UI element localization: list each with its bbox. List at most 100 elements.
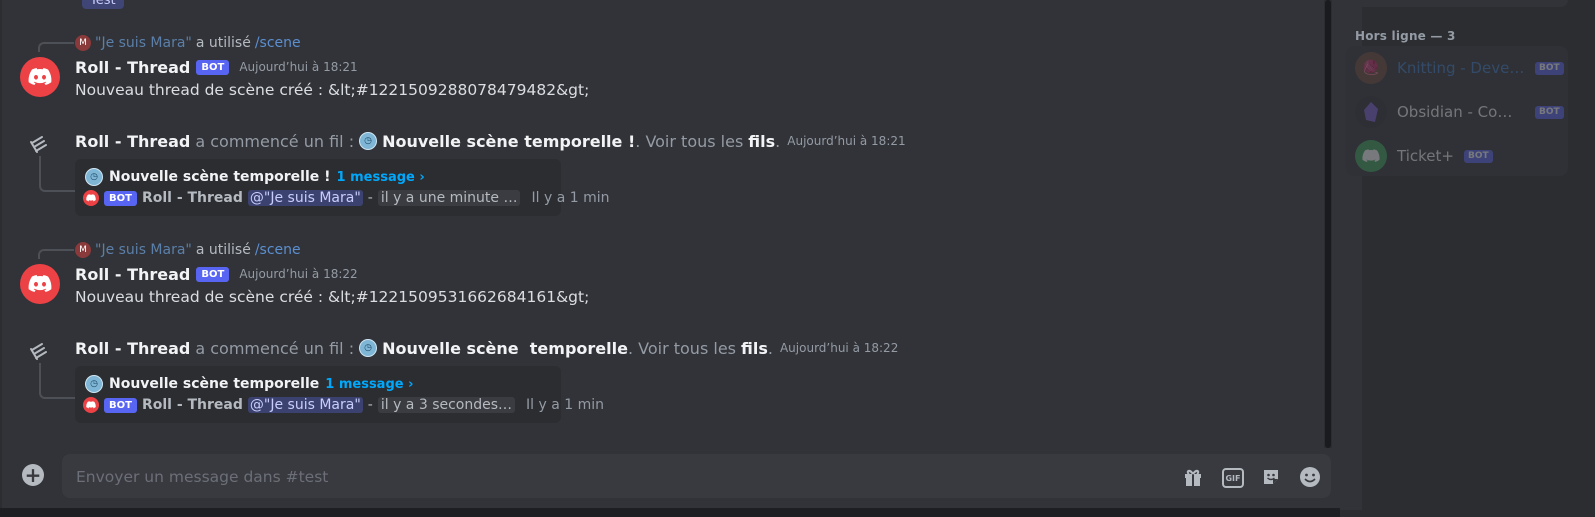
bot-badge: BOT: [104, 190, 137, 206]
bot-badge: BOT: [196, 59, 230, 75]
last-message-time: Il y a 1 min: [526, 397, 605, 413]
command-reply[interactable]: M "Je suis Mara" a utilisé /scene: [75, 34, 301, 52]
discord-logo-icon: [28, 68, 52, 85]
sticker-icon[interactable]: [1260, 466, 1282, 488]
bot-badge: BOT: [104, 397, 137, 413]
thread-starter-author[interactable]: Roll - Thread: [75, 132, 190, 151]
reply-command[interactable]: /scene: [255, 242, 301, 258]
member-group-card-partial: [1346, 0, 1568, 7]
member-name: Obsidian - Comm…: [1397, 103, 1525, 121]
last-message-time: Il y a 1 min: [531, 190, 610, 206]
message-input[interactable]: [74, 454, 1158, 500]
message-timestamp[interactable]: Aujourd’hui à 18:21: [239, 60, 357, 74]
message-content: Nouveau thread de scène créé : &lt;#1221…: [75, 288, 590, 306]
member-name: Ticket+: [1397, 147, 1454, 165]
thread-message-count-link[interactable]: 1 message ›: [325, 377, 413, 392]
message-timestamp[interactable]: Aujourd’hui à 18:22: [239, 267, 357, 281]
gif-icon[interactable]: GIF: [1222, 468, 1244, 488]
reply-verb: a utilisé: [195, 242, 251, 258]
thread-starter-author[interactable]: Roll - Thread: [75, 339, 190, 358]
last-message-preview: il y a une minute …: [377, 190, 521, 206]
message-header: Roll - Thread BOT Aujourd’hui à 18:22: [75, 263, 358, 285]
clock-icon: ◷: [85, 168, 103, 186]
window-bottom-edge: [0, 508, 1340, 517]
offline-members-list: 🧶 Knitting - Develo… BOT Obsidian - Comm…: [1346, 46, 1568, 176]
bot-avatar-small: [83, 190, 99, 206]
thread-card-title[interactable]: Nouvelle scène temporelle !: [109, 169, 331, 185]
user-avatar-small: M: [75, 35, 91, 51]
emoji-icon[interactable]: [1299, 466, 1321, 488]
user-mention: @"Je suis Mara": [247, 397, 363, 413]
separator-dash: -: [367, 190, 373, 206]
thread-timestamp[interactable]: Aujourd’hui à 18:21: [787, 134, 905, 148]
knitting-avatar: 🧶: [1355, 52, 1387, 84]
gift-icon[interactable]: [1182, 466, 1204, 488]
thread-icon: [30, 343, 47, 360]
last-message-author: Roll - Thread: [141, 397, 243, 413]
thread-started-notice: Roll - Thread a commencé un fil : ◷ Nouv…: [75, 337, 898, 359]
bot-avatar[interactable]: [20, 57, 60, 97]
reply-connector: [38, 249, 74, 259]
see-all-threads-link[interactable]: fils: [741, 339, 768, 358]
reply-connector: [38, 42, 74, 52]
reply-username[interactable]: "Je suis Mara": [95, 242, 192, 258]
command-reply[interactable]: M "Je suis Mara" a utilisé /scene: [75, 241, 301, 259]
thread-preview-card[interactable]: ◷ Nouvelle scène temporelle ! 1 message …: [75, 159, 609, 216]
thread-name-link[interactable]: Nouvelle scène temporelle: [382, 339, 628, 358]
bot-avatar-small: [83, 397, 99, 413]
member-name: Knitting - Develo…: [1397, 59, 1525, 77]
member-item[interactable]: Ticket+ BOT: [1355, 140, 1493, 172]
offline-section-title: Hors ligne — 3: [1355, 29, 1456, 43]
user-avatar-small: M: [75, 242, 91, 258]
reply-username[interactable]: "Je suis Mara": [95, 35, 192, 51]
bot-badge: BOT: [1535, 61, 1564, 75]
thread-preview-card[interactable]: ◷ Nouvelle scène temporelle 1 message › …: [75, 366, 604, 423]
last-message-preview: il y a 3 secondes…: [377, 397, 516, 413]
bot-avatar[interactable]: [20, 264, 60, 304]
discord-avatar: [1355, 140, 1387, 172]
user-mention: @"Je suis Mara": [247, 190, 363, 206]
reply-command[interactable]: /scene: [255, 35, 301, 51]
see-all-dot: .: [775, 131, 781, 151]
message-author[interactable]: Roll - Thread: [75, 265, 190, 284]
thread-timestamp[interactable]: Aujourd’hui à 18:22: [780, 341, 898, 355]
message-header: Roll - Thread BOT Aujourd’hui à 18:21: [75, 56, 358, 78]
clock-icon: ◷: [85, 375, 103, 393]
thread-connector: [39, 363, 75, 399]
member-list-scroll-edge: [1570, 0, 1595, 517]
message-composer: GIF: [62, 454, 1331, 500]
thread-started-text: a commencé un fil :: [195, 338, 355, 358]
see-all-text: . Voir tous les: [627, 338, 736, 358]
bot-badge: BOT: [196, 266, 230, 282]
member-item[interactable]: 🧶 Knitting - Develo… BOT: [1355, 52, 1564, 84]
thread-message-count-link[interactable]: 1 message ›: [337, 170, 425, 185]
partial-thread-pill[interactable]: Test: [82, 0, 124, 9]
message-content: Nouveau thread de scène créé : &lt;#1221…: [75, 81, 590, 99]
thread-started-notice: Roll - Thread a commencé un fil : ◷ Nouv…: [75, 130, 906, 152]
partial-thread-reference[interactable]: Test: [82, 0, 124, 9]
discord-logo-icon: [28, 275, 52, 292]
obsidian-avatar: [1355, 96, 1387, 128]
see-all-dot: .: [767, 338, 773, 358]
see-all-text: . Voir tous les: [635, 131, 744, 151]
thread-icon: [30, 136, 47, 153]
thread-card-title[interactable]: Nouvelle scène temporelle: [109, 376, 319, 392]
chat-panel: Test M "Je suis Mara" a utilisé /scene R…: [2, 0, 1362, 510]
thread-connector: [39, 156, 75, 192]
bot-badge: BOT: [1535, 105, 1564, 119]
add-attachment-button[interactable]: +: [22, 464, 44, 486]
message-author[interactable]: Roll - Thread: [75, 58, 190, 77]
see-all-threads-link[interactable]: fils: [748, 132, 775, 151]
bot-badge: BOT: [1463, 149, 1493, 163]
thread-last-message: BOT Roll - Thread @"Je suis Mara" - il y…: [83, 190, 609, 206]
member-item[interactable]: Obsidian - Comm… BOT: [1355, 96, 1564, 128]
separator-dash: -: [367, 397, 373, 413]
clock-icon: ◷: [359, 132, 378, 150]
scrollbar-thumb[interactable]: [1325, 0, 1331, 448]
thread-last-message: BOT Roll - Thread @"Je suis Mara" - il y…: [83, 397, 604, 413]
thread-started-text: a commencé un fil :: [195, 131, 355, 151]
clock-icon: ◷: [359, 339, 378, 357]
reply-verb: a utilisé: [195, 35, 251, 51]
last-message-author: Roll - Thread: [141, 190, 243, 206]
thread-name-link[interactable]: Nouvelle scène temporelle !: [382, 132, 635, 151]
